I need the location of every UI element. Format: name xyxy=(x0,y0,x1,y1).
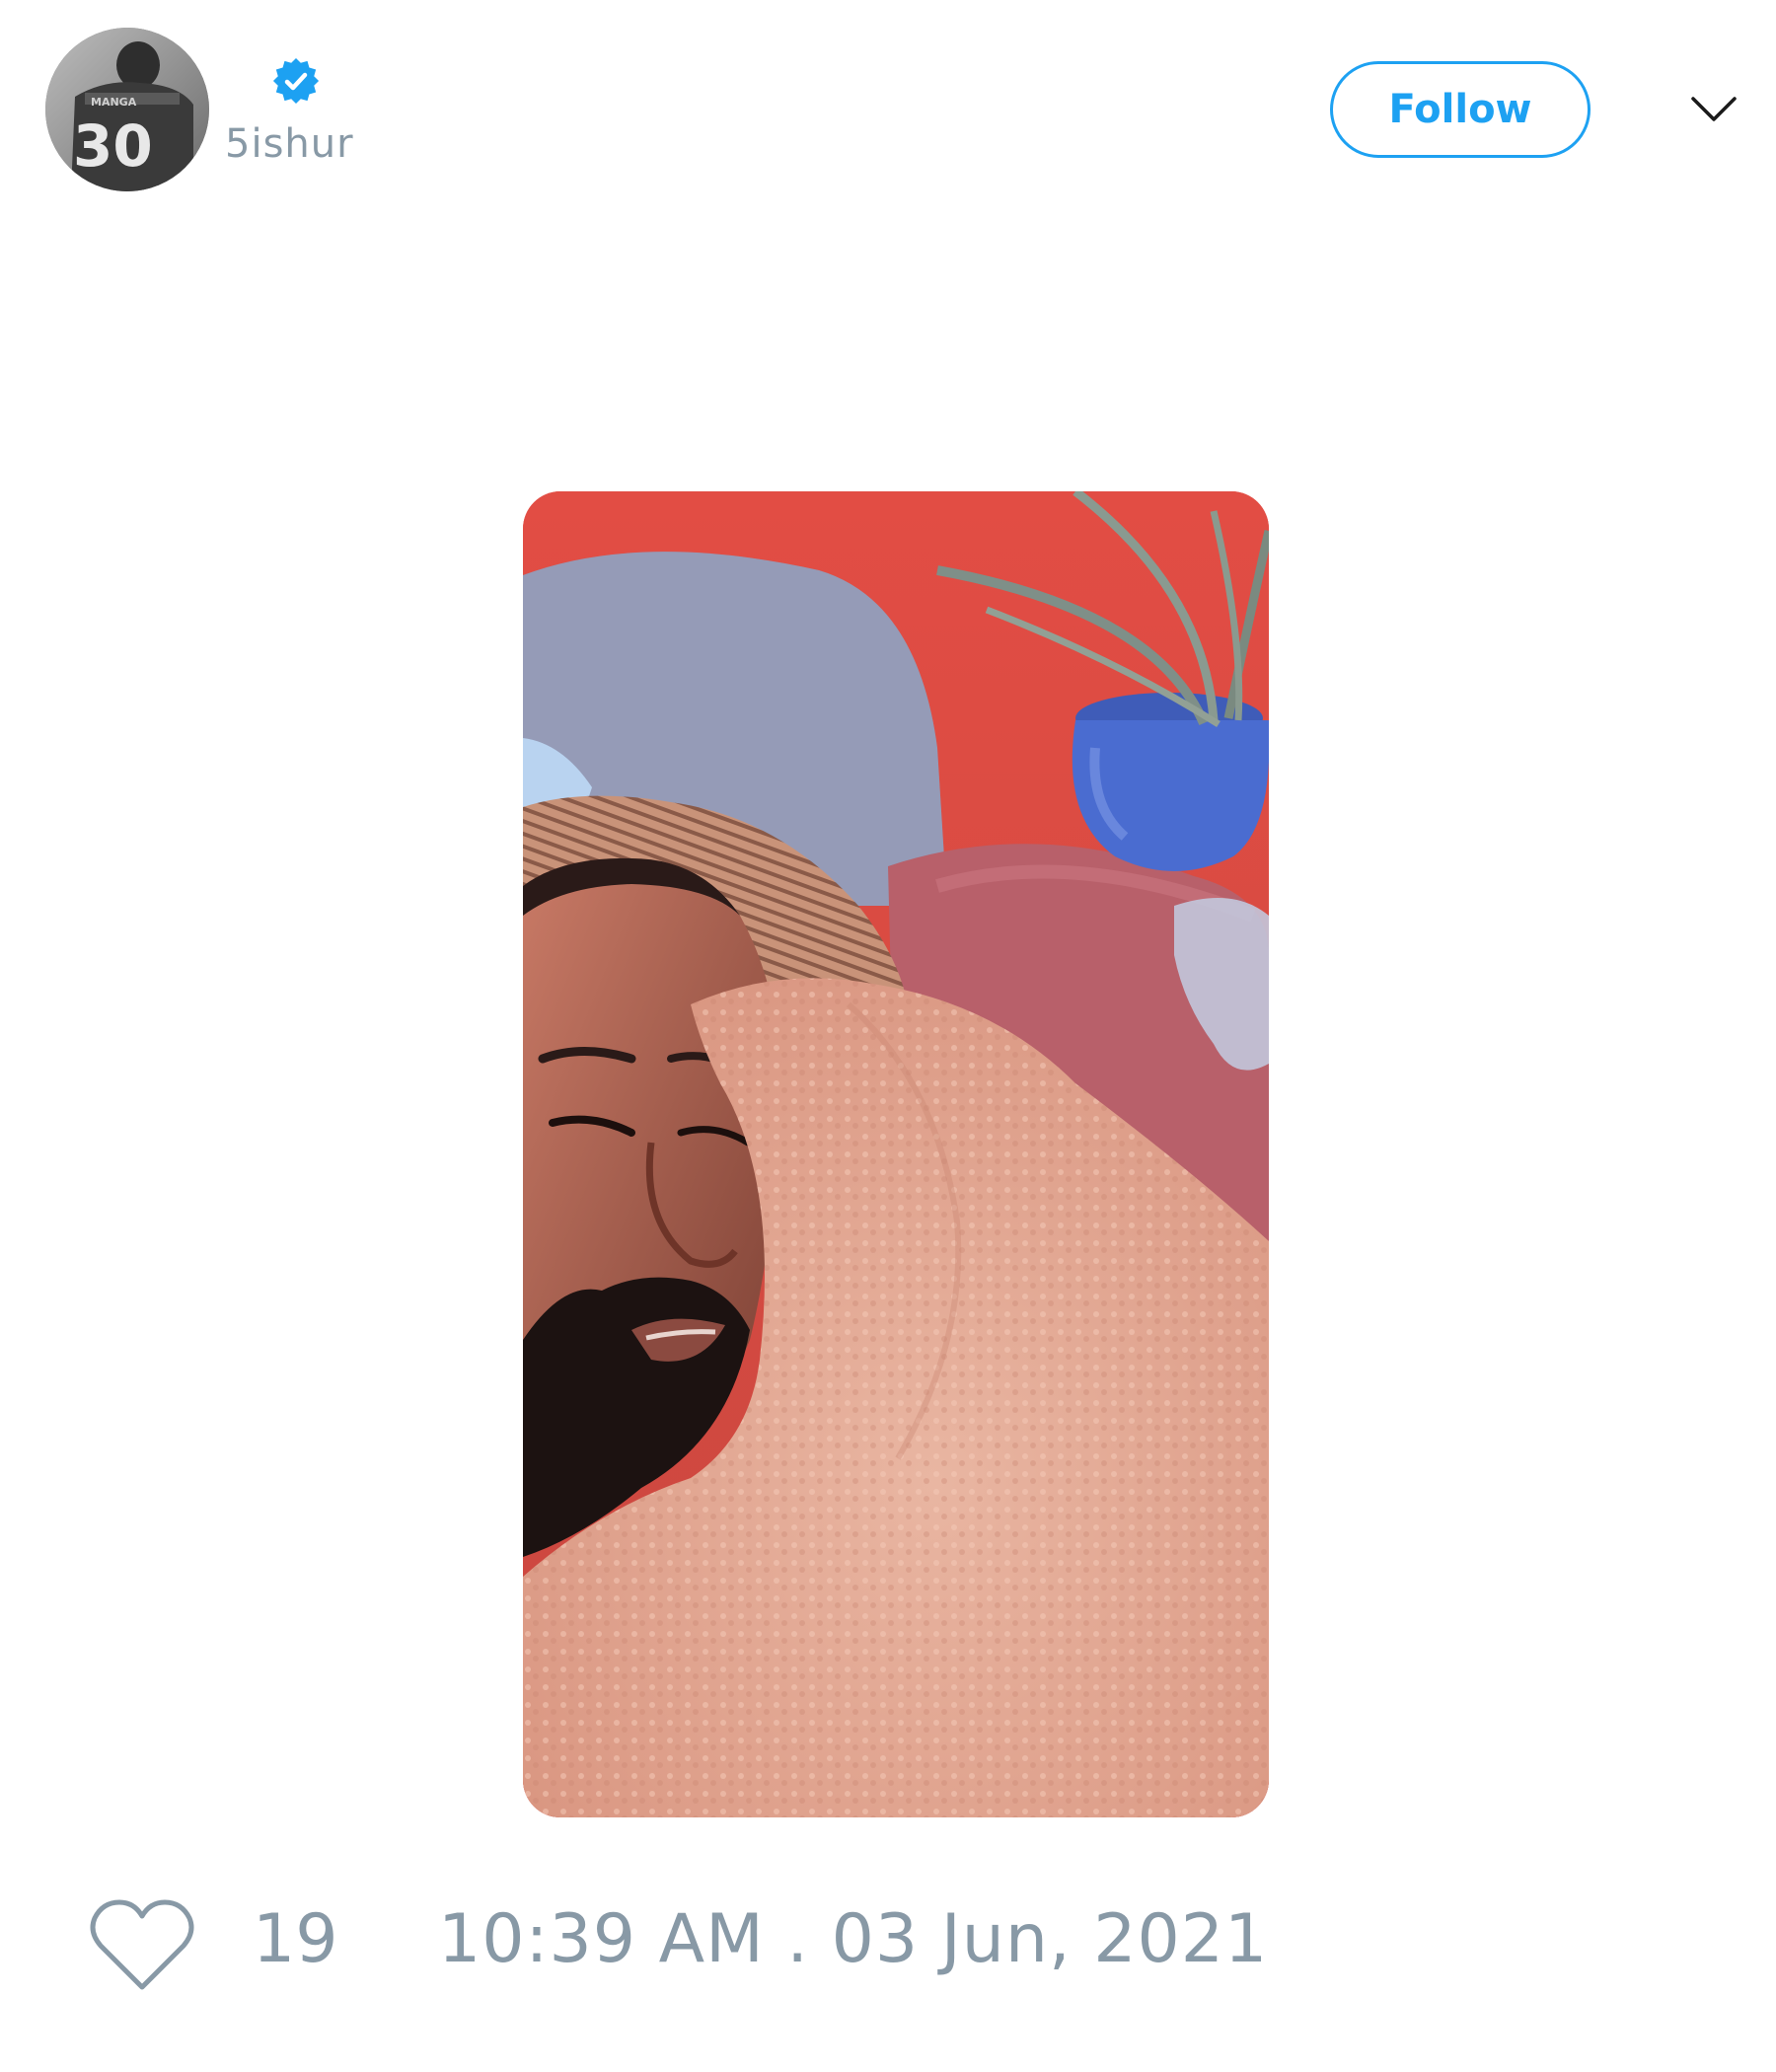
chevron-down-icon[interactable] xyxy=(1689,89,1739,128)
svg-text:MANGA: MANGA xyxy=(91,96,137,109)
verified-badge-icon xyxy=(272,57,320,105)
svg-text:30: 30 xyxy=(73,112,153,180)
author-handle[interactable]: 5ishur xyxy=(225,124,354,164)
tweet-photo[interactable] xyxy=(523,491,1269,1817)
heart-outline-icon[interactable] xyxy=(89,1896,195,1993)
author-avatar[interactable]: MANGA 30 xyxy=(45,28,209,191)
avatar-image: MANGA 30 xyxy=(45,28,209,191)
tweet-timestamp[interactable]: 10:39 AM . 03 Jun, 2021 xyxy=(438,1906,1268,1973)
photo-image xyxy=(523,491,1269,1817)
like-count: 19 xyxy=(253,1900,338,1978)
follow-button[interactable]: Follow xyxy=(1330,61,1591,158)
